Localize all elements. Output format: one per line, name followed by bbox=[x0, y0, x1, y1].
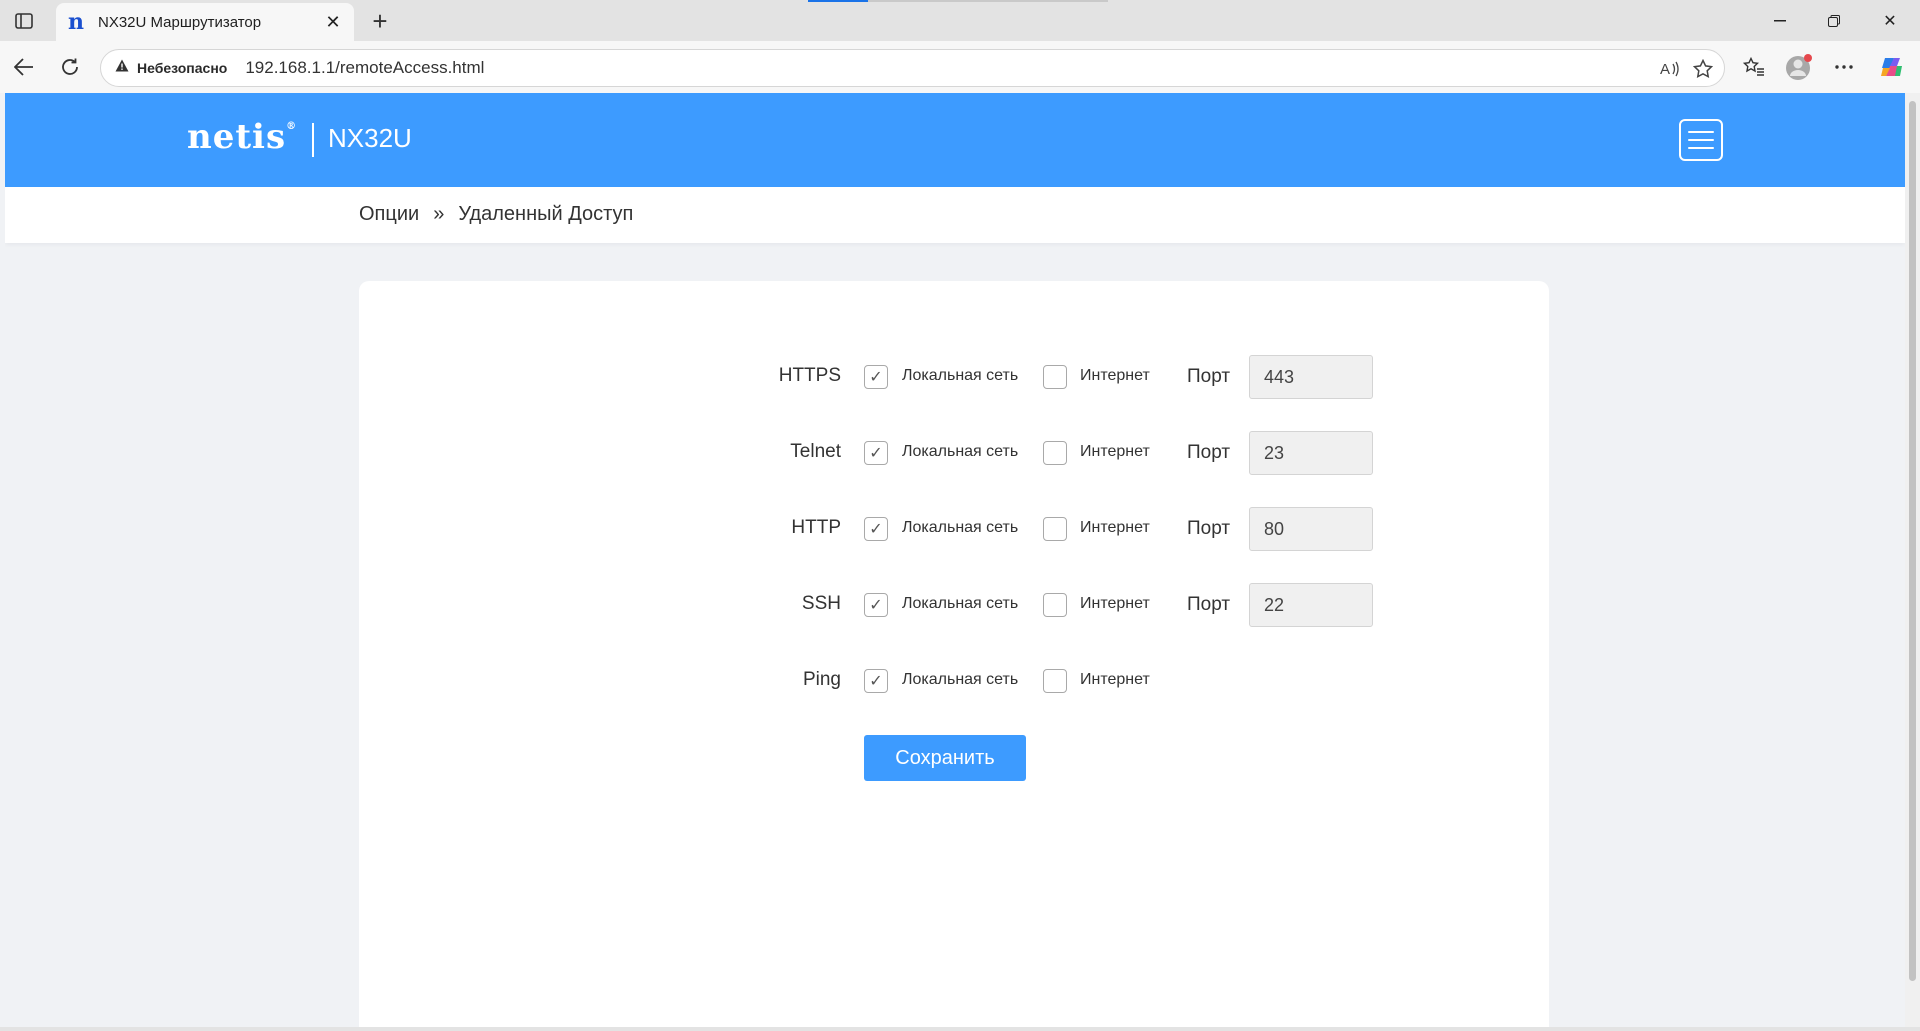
breadcrumb-current: Удаленный Доступ bbox=[458, 203, 634, 225]
favorites-icon[interactable] bbox=[1740, 53, 1768, 81]
wan-checkbox[interactable] bbox=[1043, 365, 1067, 389]
service-row-http: HTTP ✓ Локальная сеть Интернет Порт bbox=[359, 507, 1549, 551]
window-bottom-edge bbox=[0, 1027, 1920, 1031]
service-label: Ping bbox=[802, 669, 841, 690]
lan-label: Локальная сеть bbox=[902, 443, 1019, 460]
lan-checkbox[interactable]: ✓ bbox=[864, 517, 888, 541]
url-text[interactable]: 192.168.1.1/remoteAccess.html bbox=[245, 58, 484, 78]
port-label: Порт bbox=[1187, 594, 1231, 615]
logo-divider bbox=[312, 123, 314, 157]
netis-favicon-icon: n bbox=[68, 9, 84, 35]
port-label: Порт bbox=[1187, 366, 1231, 387]
read-aloud-icon[interactable]: A bbox=[1658, 57, 1682, 81]
netis-logo: netis® bbox=[187, 117, 298, 157]
wan-label: Интернет bbox=[1080, 671, 1150, 688]
port-input[interactable] bbox=[1249, 355, 1373, 399]
close-tab-icon[interactable]: ✕ bbox=[322, 11, 344, 33]
tab-actions-icon[interactable] bbox=[12, 10, 36, 32]
breadcrumb-separator: » bbox=[433, 203, 445, 225]
wan-label: Интернет bbox=[1080, 367, 1150, 384]
router-header: netis® NX32U bbox=[5, 93, 1905, 187]
page-scrollbar[interactable] bbox=[1905, 93, 1920, 1031]
browser-nav-bar: Небезопасно 192.168.1.1/remoteAccess.htm… bbox=[0, 41, 1920, 93]
breadcrumb-bar: Опции » Удаленный Доступ bbox=[5, 187, 1905, 243]
address-bar[interactable]: Небезопасно 192.168.1.1/remoteAccess.htm… bbox=[100, 49, 1725, 87]
wan-label: Интернет bbox=[1080, 595, 1150, 612]
service-label: Telnet bbox=[790, 441, 841, 462]
service-row-telnet: Telnet ✓ Локальная сеть Интернет Порт bbox=[359, 431, 1549, 475]
back-icon[interactable] bbox=[8, 51, 40, 83]
new-tab-icon[interactable]: + bbox=[366, 6, 394, 36]
lan-checkbox[interactable]: ✓ bbox=[864, 593, 888, 617]
wan-label: Интернет bbox=[1080, 443, 1150, 460]
wan-checkbox[interactable] bbox=[1043, 517, 1067, 541]
port-input[interactable] bbox=[1249, 507, 1373, 551]
remote-access-card: HTTPS ✓ Локальная сеть Интернет Порт Tel… bbox=[359, 281, 1549, 1031]
port-label: Порт bbox=[1187, 442, 1231, 463]
svg-text:A: A bbox=[1660, 61, 1670, 78]
breadcrumb-parent[interactable]: Опции bbox=[359, 203, 419, 226]
save-button[interactable]: Сохранить bbox=[864, 735, 1026, 781]
browser-tab[interactable]: n NX32U Маршрутизатор ✕ bbox=[56, 3, 354, 41]
service-label: HTTP bbox=[791, 517, 841, 538]
close-window-icon[interactable]: ✕ bbox=[1862, 6, 1918, 36]
browser-tab-bar: n NX32U Маршрутизатор ✕ + ✕ bbox=[0, 0, 1920, 41]
more-options-icon[interactable] bbox=[1830, 53, 1858, 81]
lan-label: Локальная сеть bbox=[902, 595, 1019, 612]
wan-label: Интернет bbox=[1080, 519, 1150, 536]
service-row-ping: Ping ✓ Локальная сеть Интернет bbox=[359, 659, 1549, 703]
lan-checkbox[interactable]: ✓ bbox=[864, 441, 888, 465]
port-label: Порт bbox=[1187, 518, 1231, 539]
favorite-star-icon[interactable] bbox=[1691, 57, 1715, 81]
tab-strip-indicator bbox=[808, 0, 868, 2]
tab-title: NX32U Маршрутизатор bbox=[98, 13, 262, 31]
lan-checkbox[interactable]: ✓ bbox=[864, 669, 888, 693]
service-label: HTTPS bbox=[778, 365, 841, 386]
wan-checkbox[interactable] bbox=[1043, 441, 1067, 465]
reload-icon[interactable] bbox=[54, 51, 86, 83]
model-name: NX32U bbox=[328, 123, 412, 153]
wan-checkbox[interactable] bbox=[1043, 669, 1067, 693]
security-status-label[interactable]: Небезопасно bbox=[137, 60, 227, 76]
hamburger-menu-icon[interactable] bbox=[1679, 119, 1723, 161]
copilot-icon[interactable] bbox=[1878, 53, 1906, 81]
port-input[interactable] bbox=[1249, 431, 1373, 475]
breadcrumb: Опции » Удаленный Доступ bbox=[359, 203, 633, 226]
warning-icon[interactable] bbox=[115, 59, 129, 77]
lan-label: Локальная сеть bbox=[902, 519, 1019, 536]
tab-strip-indicator bbox=[868, 0, 1108, 2]
router-page: netis® NX32U Опции » Удаленный Доступ HT… bbox=[5, 93, 1905, 1031]
service-row-https: HTTPS ✓ Локальная сеть Интернет Порт bbox=[359, 355, 1549, 399]
lan-label: Локальная сеть bbox=[902, 671, 1019, 688]
service-label: SSH bbox=[801, 593, 841, 614]
minimize-icon[interactable] bbox=[1752, 6, 1808, 36]
restore-icon[interactable] bbox=[1806, 6, 1862, 36]
service-row-ssh: SSH ✓ Локальная сеть Интернет Порт bbox=[359, 583, 1549, 627]
wan-checkbox[interactable] bbox=[1043, 593, 1067, 617]
port-input[interactable] bbox=[1249, 583, 1373, 627]
lan-checkbox[interactable]: ✓ bbox=[864, 365, 888, 389]
scrollbar-thumb[interactable] bbox=[1909, 101, 1916, 981]
lan-label: Локальная сеть bbox=[902, 367, 1019, 384]
profile-avatar-icon[interactable] bbox=[1785, 53, 1813, 81]
